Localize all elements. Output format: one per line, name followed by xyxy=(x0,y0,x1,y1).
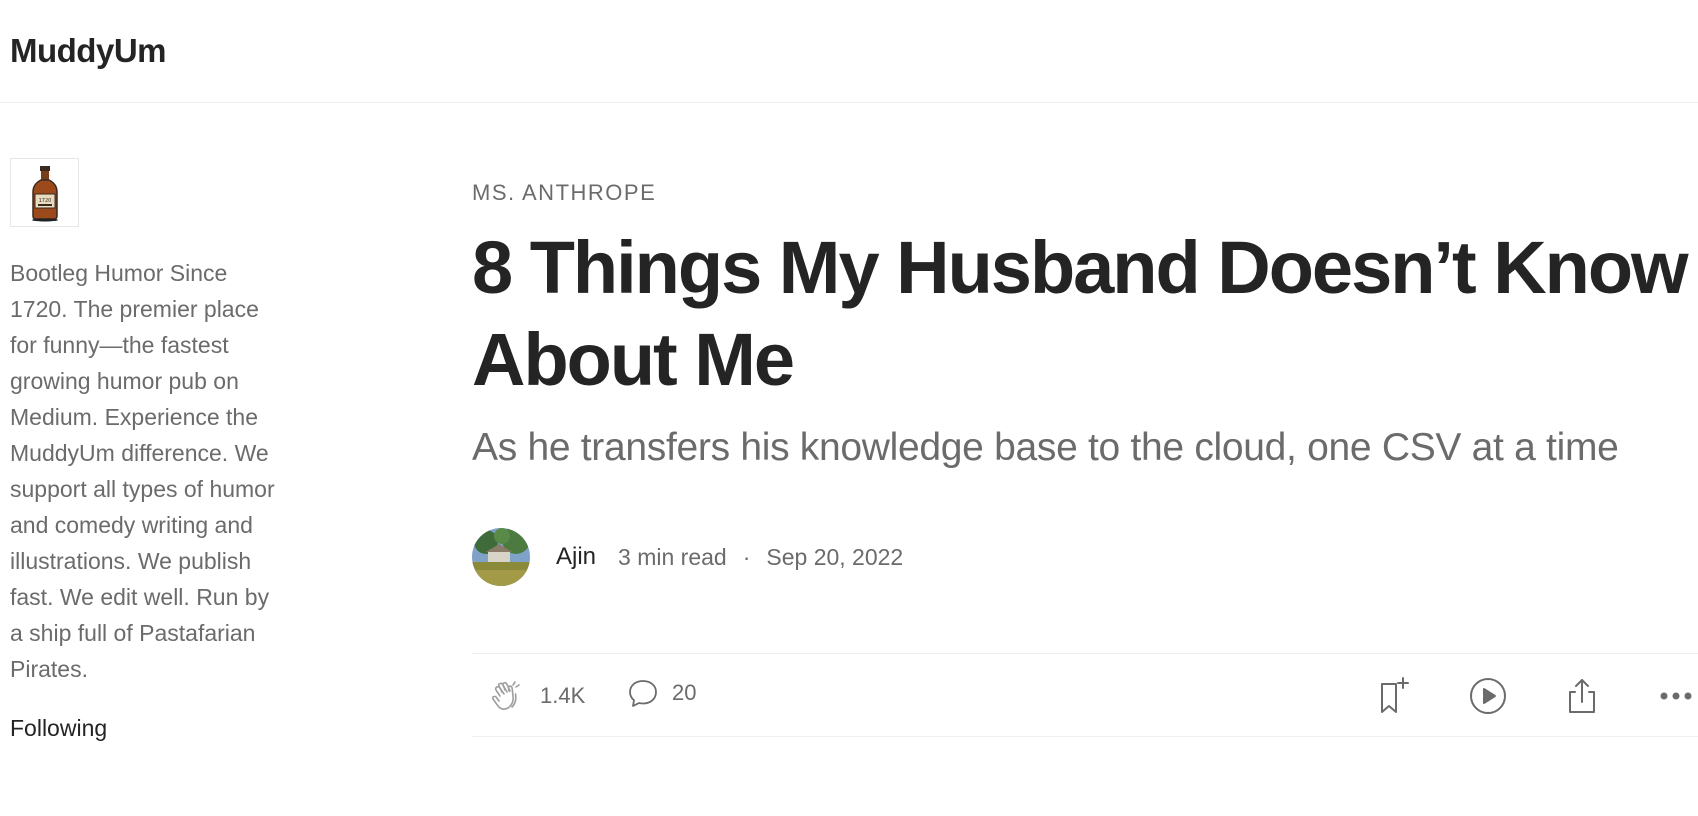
publication-sidebar: 1720 Bootleg Humor Since 1720. The premi… xyxy=(10,158,280,742)
comment-button[interactable]: 20 xyxy=(626,676,696,710)
listen-button[interactable] xyxy=(1466,674,1510,718)
article-header: MS. ANTHROPE 8 Things My Husband Doesn’t… xyxy=(472,180,1698,472)
comment-count: 20 xyxy=(672,680,697,705)
article-action-bar: 1.4K 20 xyxy=(472,653,1698,737)
article-byline: Ajin 3 min read · Sep 20, 2022 xyxy=(472,528,903,586)
article-secondary-actions xyxy=(1372,674,1698,718)
publish-date: Sep 20, 2022 xyxy=(766,543,904,570)
comment-icon xyxy=(629,680,657,707)
bookmark-add-icon xyxy=(1381,677,1409,713)
more-icon xyxy=(1660,692,1692,700)
clap-button[interactable]: 1.4K xyxy=(488,676,585,716)
publication-description: Bootleg Humor Since 1720. The premier pl… xyxy=(10,260,275,682)
bottle-logo-icon: 1720 xyxy=(31,165,58,221)
publication-logo[interactable]: 1720 xyxy=(10,158,79,227)
article-title: 8 Things My Husband Doesn’t Know About M… xyxy=(472,226,1689,401)
top-bar: MuddyUm xyxy=(0,0,1698,103)
play-icon xyxy=(1470,678,1506,714)
clap-icon xyxy=(491,681,520,710)
share-button[interactable] xyxy=(1560,674,1604,718)
article-meta: 3 min read · Sep 20, 2022 xyxy=(618,544,903,571)
author-name[interactable]: Ajin xyxy=(556,543,596,571)
author-avatar-image xyxy=(472,528,530,586)
publication-brand[interactable]: MuddyUm xyxy=(10,32,167,70)
article-subtitle: As he transfers his knowledge base to th… xyxy=(472,426,1619,469)
more-button[interactable] xyxy=(1654,674,1698,718)
read-time: 3 min read xyxy=(618,543,727,570)
bookmark-button[interactable] xyxy=(1372,674,1416,718)
svg-text:1720: 1720 xyxy=(38,198,51,204)
clap-count: 1.4K xyxy=(540,683,586,708)
meta-separator: · xyxy=(742,543,751,570)
following-button[interactable]: Following xyxy=(10,715,280,742)
share-icon xyxy=(1569,679,1595,713)
avatar[interactable] xyxy=(472,528,530,586)
article-kicker[interactable]: MS. ANTHROPE xyxy=(472,180,1698,206)
